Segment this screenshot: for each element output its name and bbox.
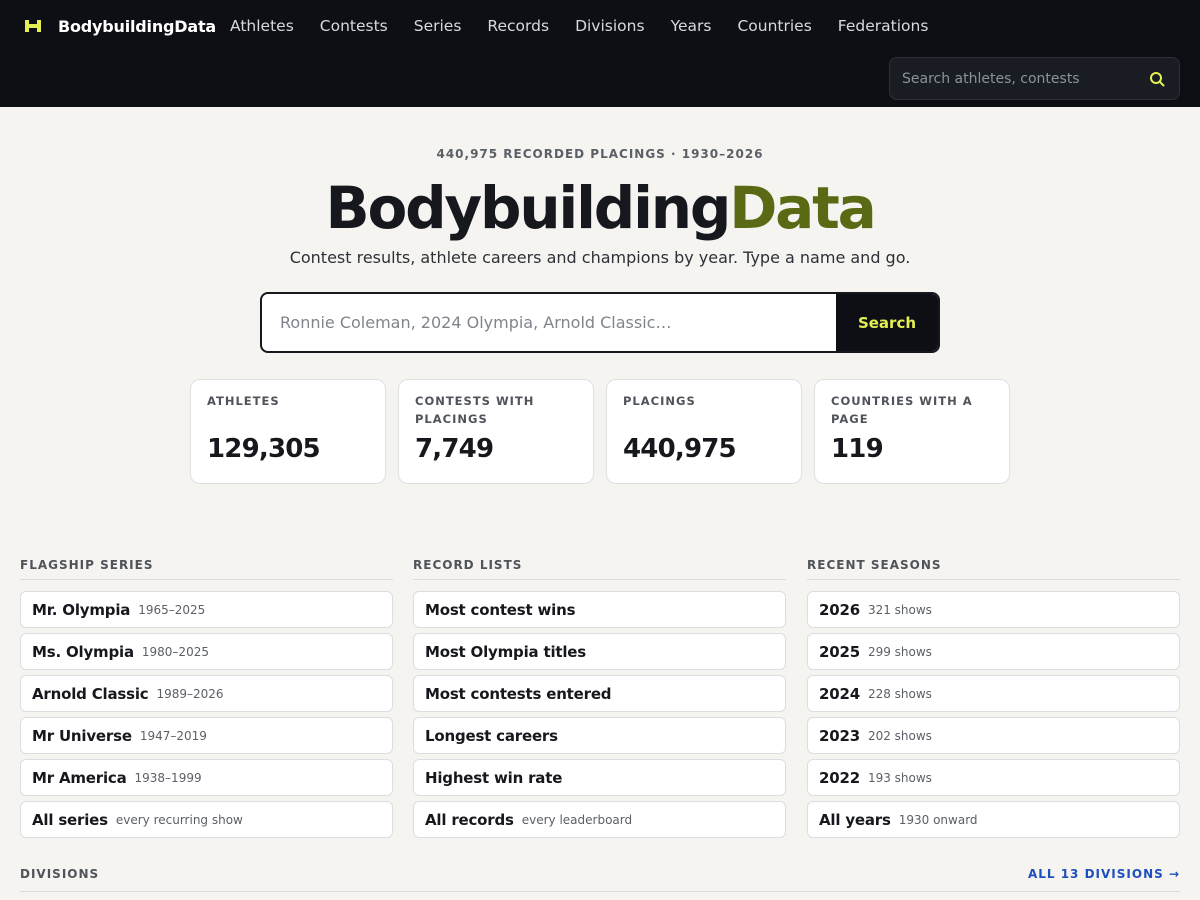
season-item-2026[interactable]: 2026 321 shows xyxy=(807,591,1180,628)
stat-value: 129,305 xyxy=(207,434,321,464)
main-search-button[interactable]: Search xyxy=(836,294,938,351)
hero-title-part2: Data xyxy=(729,174,877,242)
stat-label: CONTESTS WITH PLACINGS xyxy=(415,394,535,426)
item-meta: 1989–2026 xyxy=(156,686,224,701)
item-title: Mr. Olympia xyxy=(32,600,131,619)
item-meta: 1930 onward xyxy=(898,812,978,827)
section-heading: DIVISIONS xyxy=(20,867,100,881)
item-meta: 299 shows xyxy=(867,644,932,659)
item-title: Longest careers xyxy=(425,726,558,745)
item-title: Most contest wins xyxy=(425,600,576,619)
item-meta: 193 shows xyxy=(867,770,932,785)
flagship-series-section: FLAGSHIP SERIES Mr. Olympia 1965–2025 Ms.… xyxy=(20,558,393,838)
record-item-longest-careers[interactable]: Longest careers xyxy=(413,717,786,754)
item-title: Mr Universe xyxy=(32,726,132,745)
item-title: Ms. Olympia xyxy=(32,642,134,661)
section-heading: RECENT SEASONS xyxy=(807,558,1180,580)
stat-value: 440,975 xyxy=(623,434,737,464)
item-meta: 228 shows xyxy=(867,686,932,701)
record-lists-section: RECORD LISTS Most contest wins Most Olym… xyxy=(413,558,786,838)
item-title: Highest win rate xyxy=(425,768,563,787)
item-title: All records xyxy=(425,810,514,829)
stat-label: COUNTRIES WITH A PAGE xyxy=(831,394,973,426)
nav-athletes[interactable]: Athletes xyxy=(230,17,294,35)
item-title: All years xyxy=(819,810,891,829)
item-title: 2022 xyxy=(819,768,860,787)
item-meta: 202 shows xyxy=(867,728,932,743)
item-meta: 1980–2025 xyxy=(141,644,209,659)
item-meta: 1947–2019 xyxy=(139,728,207,743)
main-search-input[interactable] xyxy=(280,294,830,351)
section-heading: FLAGSHIP SERIES xyxy=(20,558,393,580)
divisions-header: DIVISIONS ALL 13 DIVISIONS → xyxy=(20,867,1180,892)
nav-years[interactable]: Years xyxy=(671,17,712,35)
season-item-2024[interactable]: 2024 228 shows xyxy=(807,675,1180,712)
hero-tagline: Contest results, athlete careers and cha… xyxy=(289,248,911,267)
series-item-arnold-classic[interactable]: Arnold Classic 1989–2026 xyxy=(20,675,393,712)
item-title: 2023 xyxy=(819,726,860,745)
recent-seasons-section: RECENT SEASONS 2026 321 shows 2025 299 sho… xyxy=(807,558,1180,838)
stat-value: 119 xyxy=(831,434,884,464)
stat-card-contests: CONTESTS WITH PLACINGS 7,749 xyxy=(398,379,594,484)
nav-divisions[interactable]: Divisions xyxy=(575,17,645,35)
season-item-all-years[interactable]: All years 1930 onward xyxy=(807,801,1180,838)
hero-title: BodybuildingData xyxy=(0,172,1200,244)
item-meta: every leaderboard xyxy=(521,812,633,827)
search-icon[interactable] xyxy=(1149,71,1165,87)
dumbbell-logo-icon xyxy=(24,19,42,33)
header-search-input[interactable] xyxy=(902,58,1142,99)
main-search: Search xyxy=(260,292,940,353)
hero-title-part1: Bodybuilding xyxy=(325,174,731,242)
item-title: Most Olympia titles xyxy=(425,642,587,661)
record-item-most-wins[interactable]: Most contest wins xyxy=(413,591,786,628)
series-item-mr-universe[interactable]: Mr Universe 1947–2019 xyxy=(20,717,393,754)
stat-card-countries: COUNTRIES WITH A PAGE 119 xyxy=(814,379,1010,484)
stat-value: 7,749 xyxy=(415,434,494,464)
header-search xyxy=(889,57,1180,100)
season-item-2025[interactable]: 2025 299 shows xyxy=(807,633,1180,670)
brand-link[interactable]: BodybuildingData xyxy=(24,14,216,38)
hero-eyebrow: 440,975 RECORDED PLACINGS · 1930–2026 xyxy=(436,147,764,161)
stat-label: PLACINGS xyxy=(623,394,696,408)
all-divisions-link[interactable]: ALL 13 DIVISIONS → xyxy=(1028,867,1180,881)
main-nav: Athletes Contests Series Records Divisio… xyxy=(230,14,954,38)
item-title: Mr America xyxy=(32,768,127,787)
series-item-ms-olympia[interactable]: Ms. Olympia 1980–2025 xyxy=(20,633,393,670)
item-title: Most contests entered xyxy=(425,684,612,703)
item-meta: every recurring show xyxy=(115,812,243,827)
stat-label: ATHLETES xyxy=(207,394,280,408)
record-item-olympia-titles[interactable]: Most Olympia titles xyxy=(413,633,786,670)
nav-contests[interactable]: Contests xyxy=(320,17,388,35)
nav-series[interactable]: Series xyxy=(414,17,462,35)
series-item-all-series[interactable]: All series every recurring show xyxy=(20,801,393,838)
season-item-2023[interactable]: 2023 202 shows xyxy=(807,717,1180,754)
brand-name: BodybuildingData xyxy=(58,16,216,36)
record-item-all-records[interactable]: All records every leaderboard xyxy=(413,801,786,838)
item-meta: 1938–1999 xyxy=(134,770,202,785)
stat-card-placings: PLACINGS 440,975 xyxy=(606,379,802,484)
item-title: 2026 xyxy=(819,600,860,619)
nav-federations[interactable]: Federations xyxy=(838,17,929,35)
item-meta: 1965–2025 xyxy=(138,602,206,617)
nav-records[interactable]: Records xyxy=(487,17,549,35)
series-item-mr-america[interactable]: Mr America 1938–1999 xyxy=(20,759,393,796)
item-title: 2025 xyxy=(819,642,860,661)
item-title: 2024 xyxy=(819,684,860,703)
record-item-contests-entered[interactable]: Most contests entered xyxy=(413,675,786,712)
nav-countries[interactable]: Countries xyxy=(737,17,811,35)
item-title: Arnold Classic xyxy=(32,684,149,703)
series-item-mr-olympia[interactable]: Mr. Olympia 1965–2025 xyxy=(20,591,393,628)
item-title: All series xyxy=(32,810,108,829)
section-heading: RECORD LISTS xyxy=(413,558,786,580)
top-nav-bar: BodybuildingData Athletes Contests Serie… xyxy=(0,0,1200,107)
stat-card-athletes: ATHLETES 129,305 xyxy=(190,379,386,484)
item-meta: 321 shows xyxy=(867,602,932,617)
season-item-2022[interactable]: 2022 193 shows xyxy=(807,759,1180,796)
record-item-highest-win-rate[interactable]: Highest win rate xyxy=(413,759,786,796)
